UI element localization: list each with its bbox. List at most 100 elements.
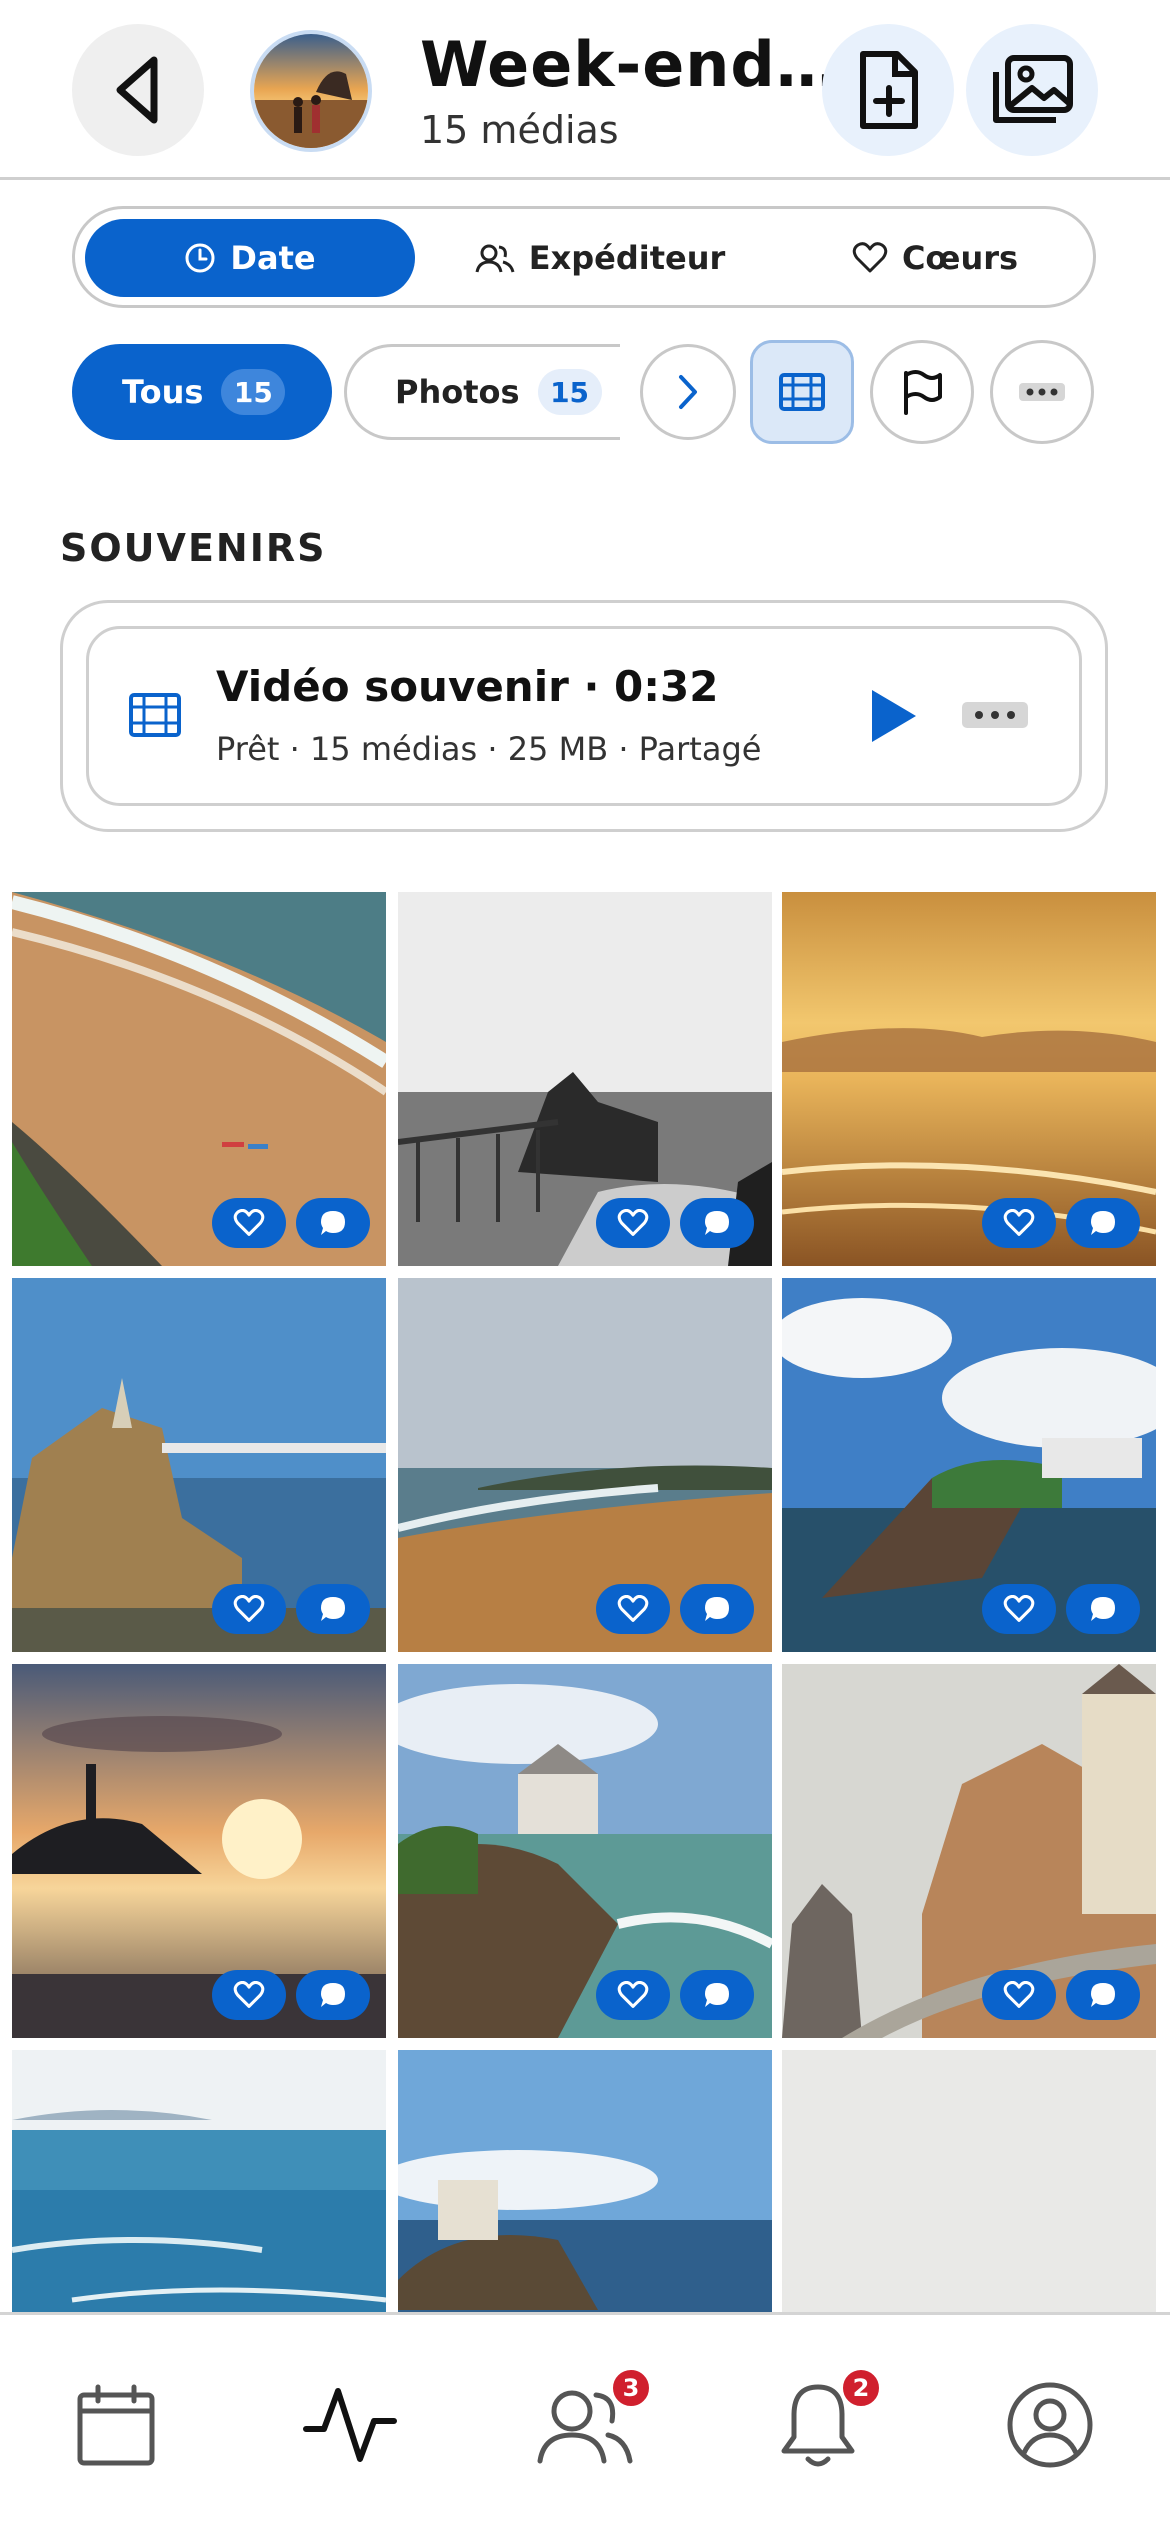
chat-bubble-icon	[1091, 1983, 1115, 2007]
segment-sender[interactable]: Expéditeur	[435, 219, 765, 297]
chat-bubble-icon	[1091, 1211, 1115, 1235]
more-horizontal-icon	[962, 702, 1028, 728]
souvenir-more-button[interactable]	[962, 700, 1028, 730]
filters-scroll-next-button[interactable]	[640, 344, 736, 440]
comment-button[interactable]	[1066, 1584, 1140, 1634]
tab-notifications[interactable]: 2	[758, 2365, 882, 2485]
calendar-icon	[77, 2384, 155, 2466]
more-horizontal-icon	[1019, 383, 1065, 401]
comment-button[interactable]	[680, 1584, 754, 1634]
chat-bubble-icon	[705, 1211, 729, 1235]
tab-profile[interactable]	[990, 2365, 1110, 2485]
like-button[interactable]	[212, 1970, 286, 2020]
heart-icon	[617, 1981, 649, 2008]
segment-hearts[interactable]: Cœurs	[775, 219, 1095, 297]
photo-tile[interactable]	[398, 892, 772, 1266]
filter-photos-chip[interactable]: Photos 15	[344, 344, 620, 440]
comment-button[interactable]	[680, 1970, 754, 2020]
chevron-right-icon	[679, 375, 697, 409]
photo-tile[interactable]	[398, 1664, 772, 2038]
photo-tile[interactable]	[12, 1664, 386, 2038]
like-button[interactable]	[982, 1584, 1056, 1634]
photo-tile[interactable]	[782, 2050, 1156, 2312]
comment-button[interactable]	[296, 1584, 370, 1634]
heart-icon	[852, 242, 888, 273]
souvenir-video-title: Vidéo souvenir · 0:32	[216, 662, 719, 711]
chat-bubble-icon	[321, 1211, 345, 1235]
flag-icon	[904, 370, 942, 415]
sort-segmented-control: Date Expéditeur Cœurs	[72, 206, 1096, 308]
segment-date-label: Date	[230, 239, 316, 277]
users-icon	[475, 244, 515, 273]
photo-tile[interactable]	[12, 2050, 386, 2312]
tab-calendar[interactable]	[56, 2365, 176, 2485]
filter-all-label: Tous	[122, 373, 204, 411]
view-mode-grid-button[interactable]	[750, 340, 854, 444]
bottom-tab-bar: 3 2	[0, 2312, 1170, 2532]
segment-hearts-label: Cœurs	[901, 239, 1019, 277]
like-button[interactable]	[596, 1584, 670, 1634]
more-options-button[interactable]	[990, 340, 1094, 444]
filter-all-chip[interactable]: Tous 15	[72, 344, 332, 440]
comment-button[interactable]	[680, 1198, 754, 1248]
like-button[interactable]	[596, 1970, 670, 2020]
segment-sender-label: Expéditeur	[528, 239, 726, 277]
file-plus-icon	[860, 51, 918, 129]
photo-tile[interactable]	[782, 1278, 1156, 1652]
clock-icon	[185, 243, 215, 273]
notifications-badge: 2	[840, 2367, 882, 2409]
album-title: Week-end…	[420, 28, 839, 101]
user-circle-icon	[1007, 2382, 1093, 2468]
souvenir-video-details: Prêt · 15 médias · 25 MB · Partagé	[216, 730, 762, 768]
comment-button[interactable]	[296, 1198, 370, 1248]
like-button[interactable]	[982, 1970, 1056, 2020]
filter-all-count: 15	[221, 369, 286, 415]
gallery-button[interactable]	[966, 24, 1098, 156]
images-icon	[993, 55, 1073, 123]
souvenir-video-card[interactable]	[86, 626, 1082, 806]
souvenirs-section-title: SOUVENIRS	[60, 526, 327, 570]
heart-icon	[1003, 1595, 1035, 1622]
heart-icon	[233, 1981, 265, 2008]
like-button[interactable]	[212, 1584, 286, 1634]
like-button[interactable]	[982, 1198, 1056, 1248]
chat-bubble-icon	[321, 1597, 345, 1621]
photo-tile[interactable]	[782, 1664, 1156, 2038]
like-button[interactable]	[212, 1198, 286, 1248]
photo-tile[interactable]	[12, 1278, 386, 1652]
chat-bubble-icon	[705, 1983, 729, 2007]
album-media-count: 15 médias	[420, 108, 619, 152]
photo-tile[interactable]	[782, 892, 1156, 1266]
tab-contacts[interactable]: 3	[524, 2365, 652, 2485]
tab-activity[interactable]	[290, 2365, 410, 2485]
film-icon	[779, 373, 825, 411]
chat-bubble-icon	[705, 1597, 729, 1621]
heart-icon	[233, 1595, 265, 1622]
comment-button[interactable]	[1066, 1198, 1140, 1248]
photo-tile[interactable]	[12, 892, 386, 1266]
heart-icon	[1003, 1209, 1035, 1236]
photo-tile[interactable]	[398, 2050, 772, 2312]
souvenir-play-button[interactable]	[862, 684, 922, 748]
heart-icon	[1003, 1981, 1035, 2008]
photo-tile[interactable]	[398, 1278, 772, 1652]
filter-photos-label: Photos	[395, 373, 520, 411]
filter-photos-count: 15	[537, 369, 602, 415]
back-button[interactable]	[72, 24, 204, 156]
chat-bubble-icon	[1091, 1597, 1115, 1621]
contacts-badge: 3	[610, 2367, 652, 2409]
activity-icon	[303, 2388, 397, 2462]
film-icon	[129, 693, 181, 737]
back-triangle-icon	[116, 56, 158, 124]
heart-icon	[617, 1209, 649, 1236]
flag-filter-button[interactable]	[870, 340, 974, 444]
comment-button[interactable]	[1066, 1970, 1140, 2020]
header-bar: Week-end… 15 médias	[0, 0, 1170, 180]
add-document-button[interactable]	[822, 24, 954, 156]
like-button[interactable]	[596, 1198, 670, 1248]
comment-button[interactable]	[296, 1970, 370, 2020]
group-avatar[interactable]	[250, 30, 372, 152]
segment-date[interactable]: Date	[85, 219, 415, 297]
chat-bubble-icon	[321, 1983, 345, 2007]
heart-icon	[617, 1595, 649, 1622]
